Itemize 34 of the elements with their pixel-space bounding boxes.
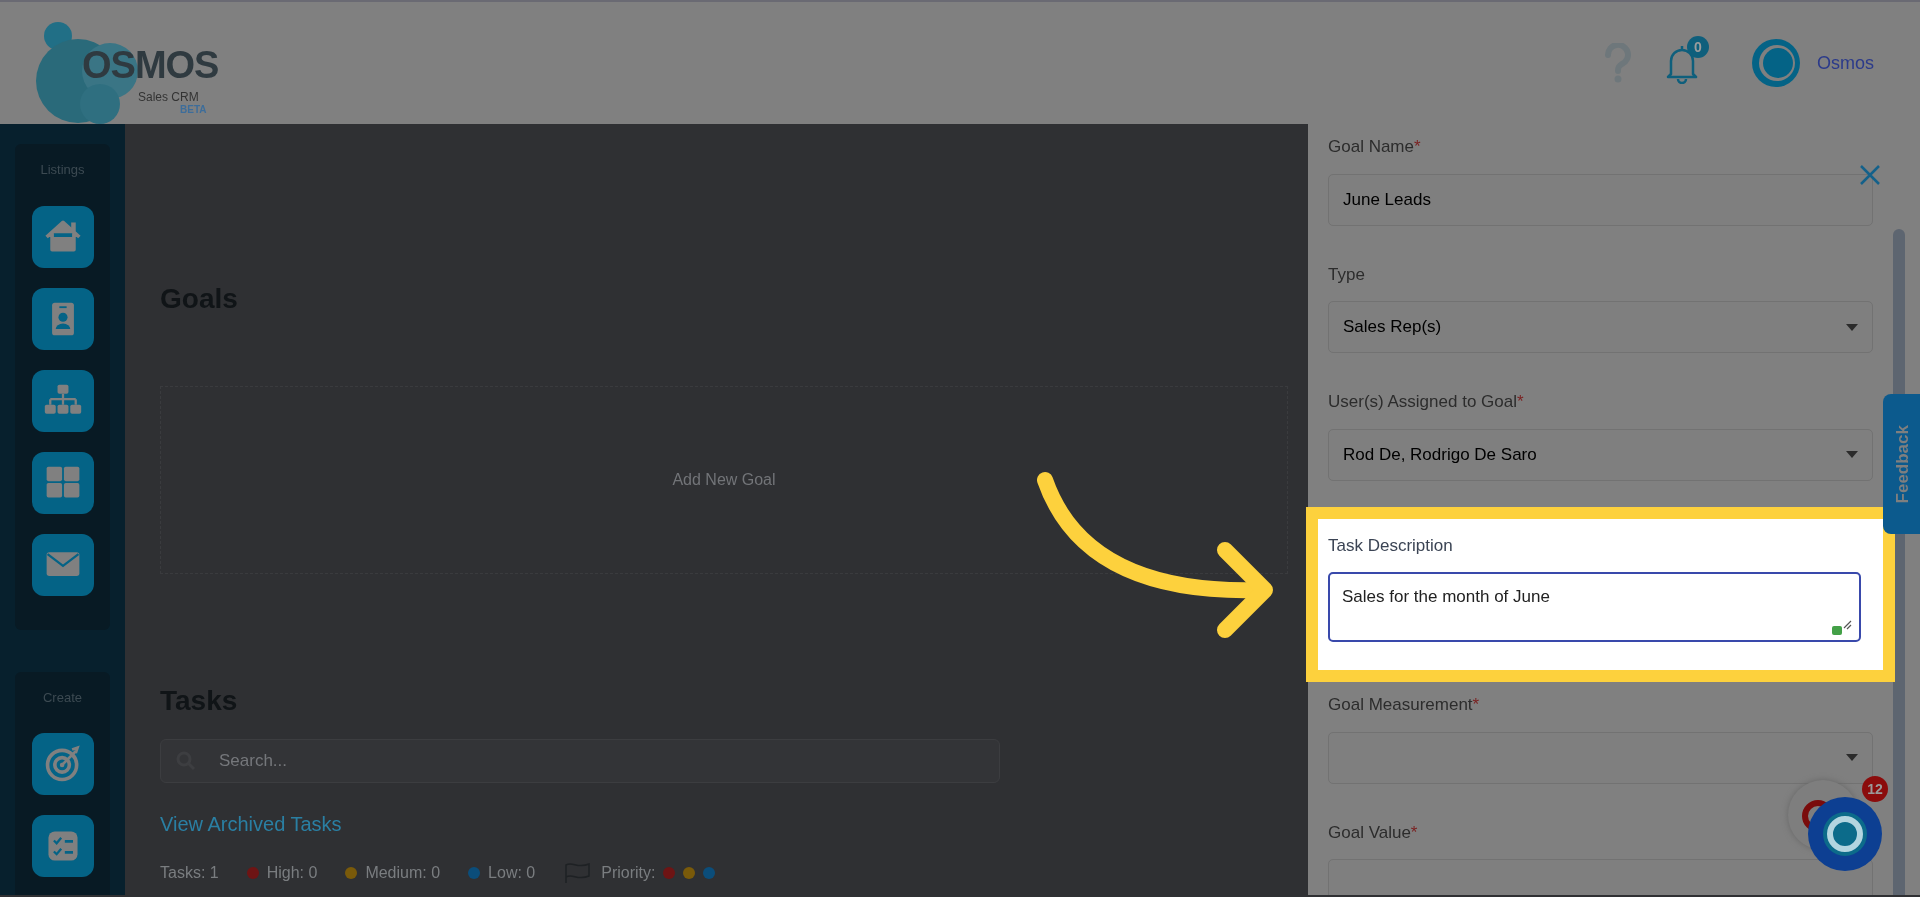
sidebar-nav-button[interactable] xyxy=(31,451,94,514)
task-count-label: Tasks: 1 xyxy=(160,863,219,884)
field-label: Goal Value* xyxy=(1328,821,1418,844)
sidebar-nav-button[interactable] xyxy=(31,733,94,795)
archived-tasks-link[interactable]: View Archived Tasks xyxy=(160,809,342,840)
ring-logo-icon xyxy=(1821,810,1869,858)
sidebar-nav-button[interactable] xyxy=(31,287,94,350)
dropdown-field[interactable]: Rod De, Rodrigo De Saro xyxy=(1328,428,1873,481)
task-count-label: Low: 0 xyxy=(488,863,536,884)
field-label: Type xyxy=(1328,263,1365,286)
dropdown-field[interactable]: Sales Rep(s) xyxy=(1328,301,1873,353)
task-count-label: Medium: 0 xyxy=(365,863,441,884)
field-label: Task Description xyxy=(1328,534,1453,557)
priority-label: Priority: xyxy=(601,863,656,884)
caret-icon xyxy=(1846,451,1858,458)
add-goal-link[interactable]: Add New Goal xyxy=(672,467,776,492)
beta-tag: BETA xyxy=(180,102,207,117)
resize-handle-icon[interactable] xyxy=(1831,620,1853,636)
field-label: User(s) Assigned to Goal* xyxy=(1328,391,1524,413)
description-textarea[interactable]: Sales for the month of June xyxy=(1328,572,1861,642)
search-field[interactable]: Search... xyxy=(160,739,1000,784)
sidebar-nav-button[interactable] xyxy=(31,815,94,877)
logo-subtitle: Sales CRM xyxy=(138,89,199,105)
dropdown-field[interactable] xyxy=(1328,731,1873,784)
notification-count: 0 xyxy=(1687,36,1709,58)
caret-icon xyxy=(1846,754,1858,761)
sidebar-nav-button[interactable] xyxy=(31,533,94,596)
task-count-label: High: 0 xyxy=(266,863,318,884)
caret-icon xyxy=(1846,323,1858,331)
field-label: Goal Name* xyxy=(1328,136,1421,158)
input-field[interactable]: June Leads xyxy=(1328,173,1873,226)
field-label: Goal Measurement* xyxy=(1328,694,1480,716)
sidebar-nav-button[interactable] xyxy=(31,205,94,268)
sidebar-nav-button[interactable] xyxy=(31,369,94,432)
